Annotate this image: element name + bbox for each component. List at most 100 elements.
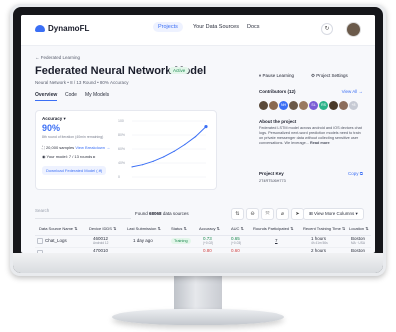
project-key-heading: Project Key [259, 171, 284, 176]
monitor-bezel: DynamoFL Projects Your Data Sources Docs… [13, 7, 383, 273]
nav-docs[interactable]: Docs [247, 24, 260, 30]
col-device[interactable]: Device IDDS ⇅ [89, 226, 116, 231]
accuracy-dropdown[interactable]: Accuracy ▾ [42, 116, 66, 122]
copy-key-button[interactable]: Copy ⧉ [348, 171, 363, 176]
refresh-icon[interactable]: ↻ [321, 23, 333, 35]
search-placeholder: Search [35, 208, 50, 213]
contributor-avatar[interactable] [269, 101, 278, 110]
view-breakdown-link[interactable]: View Breakdown → [75, 145, 110, 150]
contributor-avatar[interactable] [259, 101, 268, 110]
app-screen: DynamoFL Projects Your Data Sources Docs… [21, 15, 375, 253]
chart-point [173, 150, 175, 152]
monitor-chin [13, 253, 383, 273]
table-row[interactable]: Chat_Logs 460012 Android 12 1 day ago Tra… [35, 236, 371, 248]
top-nav: DynamoFL Projects Your Data Sources Docs… [21, 15, 375, 46]
cell-submission: 1 day ago [133, 238, 153, 243]
disable-icon[interactable]: ⌀ [276, 208, 289, 220]
contributor-avatar[interactable] [339, 101, 348, 110]
user-avatar[interactable] [346, 22, 361, 37]
project-settings-button[interactable]: ⚙ Project Settings [311, 73, 348, 79]
accuracy-note: 8th round of iteration (40min remaining) [42, 135, 104, 139]
accuracy-chart: 100 80% 60% 40% 0 [118, 119, 208, 179]
cell-auc: 0.65 (+0.03) [231, 236, 241, 245]
about-heading: About the project [259, 119, 297, 124]
table-header: Data Source Name ⇅ Device IDDS ⇅ Last Su… [35, 226, 371, 236]
shuffle-icon[interactable]: ⤧ [261, 208, 274, 220]
contributor-avatar[interactable]: NH [279, 101, 288, 110]
search-input[interactable]: Search [35, 208, 131, 219]
pause-learning-button[interactable]: ⏸ Pause Learning [259, 73, 294, 78]
col-last-submission[interactable]: Last Submission ⇅ [127, 226, 161, 231]
status-badge: Active [169, 67, 190, 74]
contributor-avatar[interactable]: +8 [349, 101, 358, 110]
chart-y-tick: 80% [118, 133, 125, 137]
chart-point [194, 136, 197, 138]
cell-time: 1 hours 4h 41m 56s [311, 236, 328, 245]
contributor-avatar[interactable]: SL [309, 101, 318, 110]
cell-auc-delta: (+0.03) [231, 241, 242, 245]
nav-data-sources[interactable]: Your Data Sources [193, 24, 239, 30]
app-logo[interactable]: DynamoFL [35, 24, 89, 33]
col-accuracy[interactable]: Accuracy ⇅ [199, 226, 220, 231]
chart-point [204, 125, 208, 129]
samples-row: ⛶ 20,000 samples View Breakdown → [42, 145, 110, 150]
cell-rounds[interactable]: 7 [275, 238, 278, 243]
chart-point [131, 166, 133, 168]
tab-code[interactable]: Code [65, 92, 77, 98]
model-icon: ◉ [42, 154, 46, 159]
app-name: DynamoFL [48, 24, 90, 33]
cell-status: Training [171, 238, 191, 244]
chart-point [163, 156, 165, 158]
read-more-link[interactable]: Read more [310, 141, 330, 145]
col-auc[interactable]: AUC ⇅ [231, 226, 244, 231]
download-model-button[interactable]: Download Federated Model (.tf) [42, 166, 107, 175]
accuracy-value: 90% [42, 123, 61, 133]
contributor-avatar[interactable] [299, 101, 308, 110]
model-row[interactable]: ◉ Your model: 7 / 13 rounds ▸ [42, 154, 95, 159]
chart-y-tick: 60% [118, 147, 125, 151]
cell-accuracy: 0.73 (+0.02) [203, 236, 213, 245]
row-checkbox[interactable] [37, 238, 43, 244]
sort-icon[interactable]: ⇅ [231, 208, 244, 220]
chart-y-tick: 0 [118, 175, 120, 179]
tab-overview[interactable]: Overview [35, 92, 58, 101]
right-panel: ⏸ Pause Learning ⚙ Project Settings Cont… [259, 73, 363, 191]
chart-point [152, 160, 154, 162]
cell-accuracy-delta: (+0.02) [203, 241, 214, 245]
chart-point [184, 143, 186, 146]
view-all-link[interactable]: View All → [342, 89, 363, 94]
col-rounds[interactable]: Rounds Participated ⇅ [253, 226, 293, 231]
found-suffix: data sources [162, 211, 189, 216]
found-count: Found 68068 data sources [135, 211, 189, 216]
about-text: Federated LSTM model across android and … [259, 126, 363, 146]
model-rounds: Your model: 7 / 13 rounds ▸ [46, 154, 96, 159]
cell-device-os: Android 12 [93, 241, 109, 245]
col-data-source[interactable]: Data Source Name ⇅ [39, 226, 77, 231]
samples-icon: ⛶ [42, 145, 45, 150]
project-subtitle: Neural Network • 8 / 13 Round • 80% Accu… [35, 80, 129, 85]
col-training-time[interactable]: Recent Training Time ⇅ [303, 226, 345, 231]
nav-projects[interactable]: Projects [153, 22, 183, 32]
contributor-avatar[interactable]: RS [319, 101, 328, 110]
cell-device: 460012 Android 12 [93, 236, 108, 245]
cell-location-region: MA · USA [351, 241, 365, 245]
contributor-avatar[interactable] [329, 101, 338, 110]
chart-y-tick: 40% [118, 161, 125, 165]
monitor-stand-base [112, 309, 284, 325]
col-status[interactable]: Status ⇅ [171, 226, 187, 231]
col-location[interactable]: Location ⇅ [349, 226, 369, 231]
logo-icon [35, 25, 45, 32]
view-more-columns-button[interactable]: ⊞ View More Columns ▾ [303, 208, 364, 220]
monitor: DynamoFL Projects Your Data Sources Docs… [10, 4, 386, 276]
remove-icon[interactable]: ⊖ [246, 208, 259, 220]
cell-time-detail: 4h 41m 56s [311, 241, 328, 245]
cell-location: Boston MA · USA [351, 236, 365, 245]
contributor-avatar[interactable] [289, 101, 298, 110]
tab-my-models[interactable]: My Models [85, 92, 109, 98]
cell-name[interactable]: Chat_Logs [45, 238, 67, 243]
found-prefix: Found [135, 211, 148, 216]
breadcrumb[interactable]: ← Federated Learning [35, 55, 80, 60]
project-key-value: 2T4RT5J6H773 [259, 179, 286, 183]
chart-y-tick: 100 [118, 119, 124, 123]
found-number: 68068 [149, 211, 162, 216]
